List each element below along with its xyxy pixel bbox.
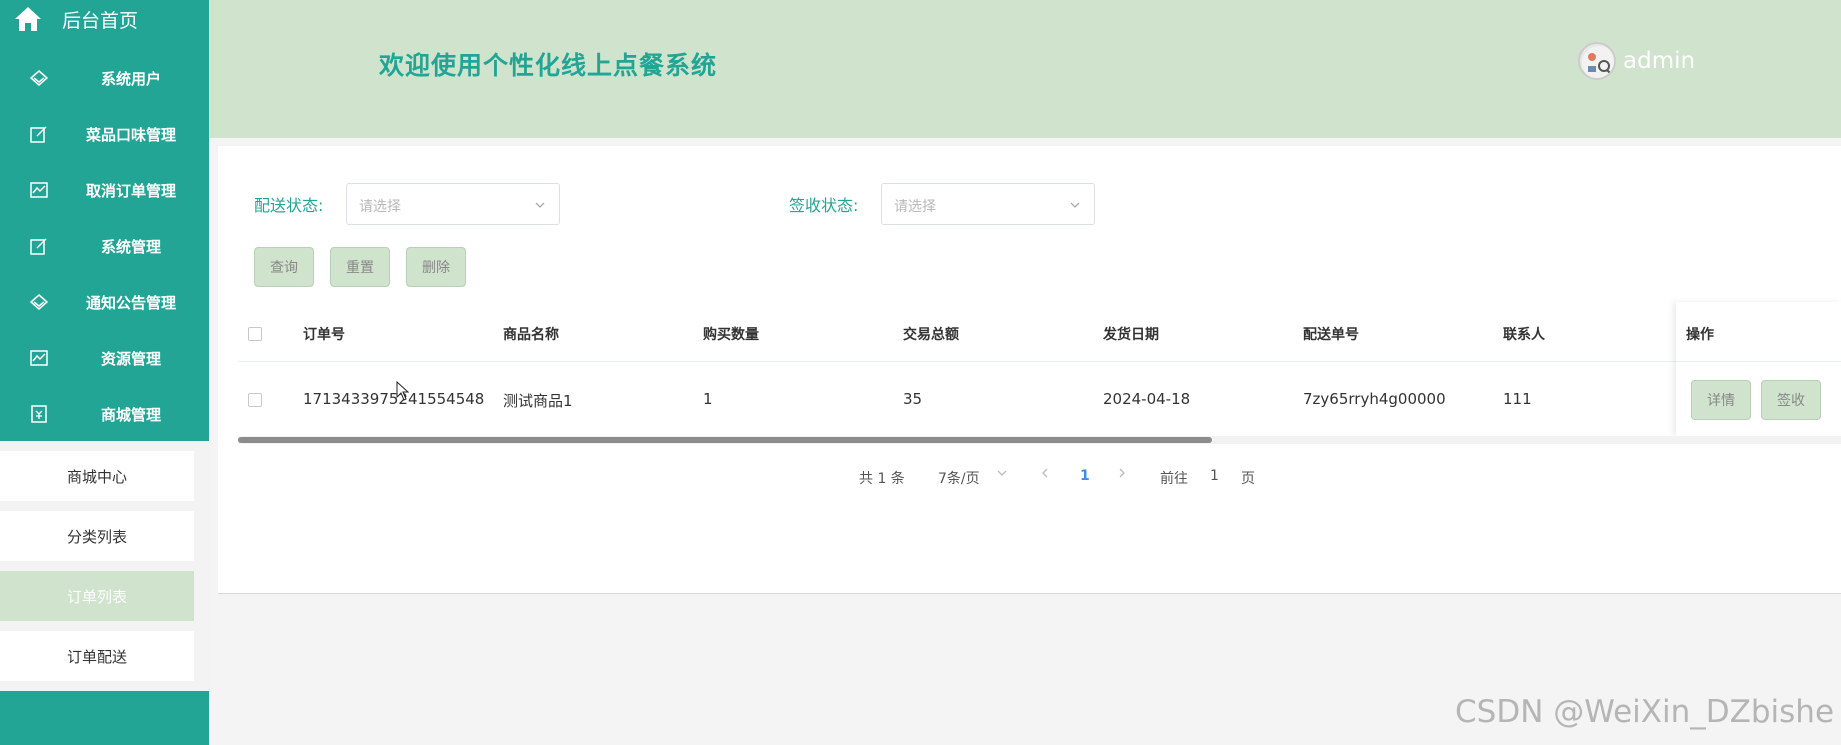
page-size-select[interactable]: 7条/页 [938,468,980,488]
delete-button[interactable]: 删除 [406,247,466,287]
column-header: 订单号 [303,327,345,343]
query-button[interactable]: 查询 [254,247,314,287]
submenu-item-order-delivery[interactable]: 订单配送 [0,631,194,681]
chart-icon [29,348,49,368]
cell-delivery-no: 7zy65rryh4g00000 [1303,390,1446,408]
sidebar-item-label: 通知公告管理 [85,294,176,312]
cell-total: 35 [903,390,923,408]
sidebar-item-shop[interactable]: 商城管理 [0,386,209,442]
goto-suffix: 页 [1241,471,1255,487]
sidebar-item-label: 商城管理 [100,406,161,424]
username[interactable]: admin [1623,48,1695,74]
receipt-status-placeholder: 请选择 [894,199,936,215]
submenu-item-category-list[interactable]: 分类列表 [0,511,194,561]
sign-button[interactable]: 签收 [1761,380,1821,420]
cell-contact: 111 [1503,390,1532,408]
select-all-checkbox[interactable] [248,327,262,341]
edit-icon [29,124,49,144]
sidebar-item-cancel-orders[interactable]: 取消订单管理 [0,162,209,218]
detail-button[interactable]: 详情 [1691,380,1751,420]
cursor-icon [396,380,410,401]
watermark: CSDN @WeiXin_DZbishe [1455,694,1835,730]
sidebar-item-label: 系统管理 [100,238,161,256]
divider [238,361,1841,362]
diamond-icon [29,68,49,88]
cell-product: 测试商品1 [503,392,573,410]
cell-quantity: 1 [703,390,713,408]
cell-ship-date: 2024-04-18 [1103,390,1191,408]
receipt-status-label: 签收状态: [789,196,859,215]
pagination-total: 共 1 条 [859,471,905,487]
sidebar-item-resources[interactable]: 资源管理 [0,330,209,386]
page-title: 欢迎使用个性化线上点餐系统 [379,51,718,80]
cell-order-no: 1713433975241554548 [303,390,485,408]
goto-page-input[interactable]: 1 [1210,468,1219,484]
submenu-item-shop-center[interactable]: 商城中心 [0,451,194,501]
chevron-down-icon [1068,197,1082,211]
delivery-status-label: 配送状态: [254,196,324,215]
delivery-status-placeholder: 请选择 [359,199,401,215]
chevron-down-icon [533,197,547,211]
sidebar-item-notice[interactable]: 通知公告管理 [0,274,209,330]
avatar[interactable] [1578,42,1616,80]
divider [218,593,1841,594]
submenu-item-order-list[interactable]: 订单列表 [0,571,194,621]
delivery-status-select[interactable]: 请选择 [346,183,560,225]
sidebar-item-label: 取消订单管理 [85,182,176,200]
home-icon [13,5,43,33]
row-checkbox[interactable] [248,393,262,407]
sidebar: 后台首页 系统用户 菜品口味管理 取消订单管理 系统管理 通知公告管理 资源管理 [0,0,209,745]
prev-page-icon[interactable] [1039,466,1051,484]
next-page-icon[interactable] [1116,466,1128,484]
column-header: 购买数量 [703,327,759,343]
reset-button[interactable]: 重置 [330,247,390,287]
edit-icon [29,236,49,256]
column-header: 操作 [1686,327,1714,343]
chevron-down-icon[interactable] [996,466,1008,484]
sidebar-item-label: 系统用户 [100,70,161,88]
goto-prefix: 前往 [1160,471,1188,487]
orders-table: 订单号 商品名称 购买数量 交易总额 发货日期 配送单号 联系人 1713433… [238,305,1841,437]
diamond-icon [29,292,49,312]
sidebar-item-label: 菜品口味管理 [85,126,176,144]
receipt-status-select[interactable]: 请选择 [881,183,1095,225]
column-header: 联系人 [1503,327,1545,343]
app-root: 后台首页 系统用户 菜品口味管理 取消订单管理 系统管理 通知公告管理 资源管理 [0,0,1841,745]
sidebar-item-system-users[interactable]: 系统用户 [0,50,209,106]
page-number[interactable]: 1 [1080,468,1090,484]
sidebar-home[interactable]: 后台首页 [0,0,209,40]
sidebar-item-dish-flavor[interactable]: 菜品口味管理 [0,106,209,162]
sidebar-home-label: 后台首页 [62,10,139,32]
horizontal-scrollbar-thumb[interactable] [238,437,1212,443]
header: 欢迎使用个性化线上点餐系统 admin [209,0,1841,138]
sidebar-item-label: 资源管理 [100,350,161,368]
sidebar-item-system-manage[interactable]: 系统管理 [0,218,209,274]
column-header: 发货日期 [1103,327,1159,343]
column-header: 交易总额 [903,327,959,343]
submenu: 商城中心 分类列表 订单列表 订单配送 [0,441,209,691]
column-header: 配送单号 [1303,327,1359,343]
chart-icon [29,180,49,200]
divider [1676,361,1841,362]
shop-icon [29,404,49,424]
column-header: 商品名称 [503,327,559,343]
